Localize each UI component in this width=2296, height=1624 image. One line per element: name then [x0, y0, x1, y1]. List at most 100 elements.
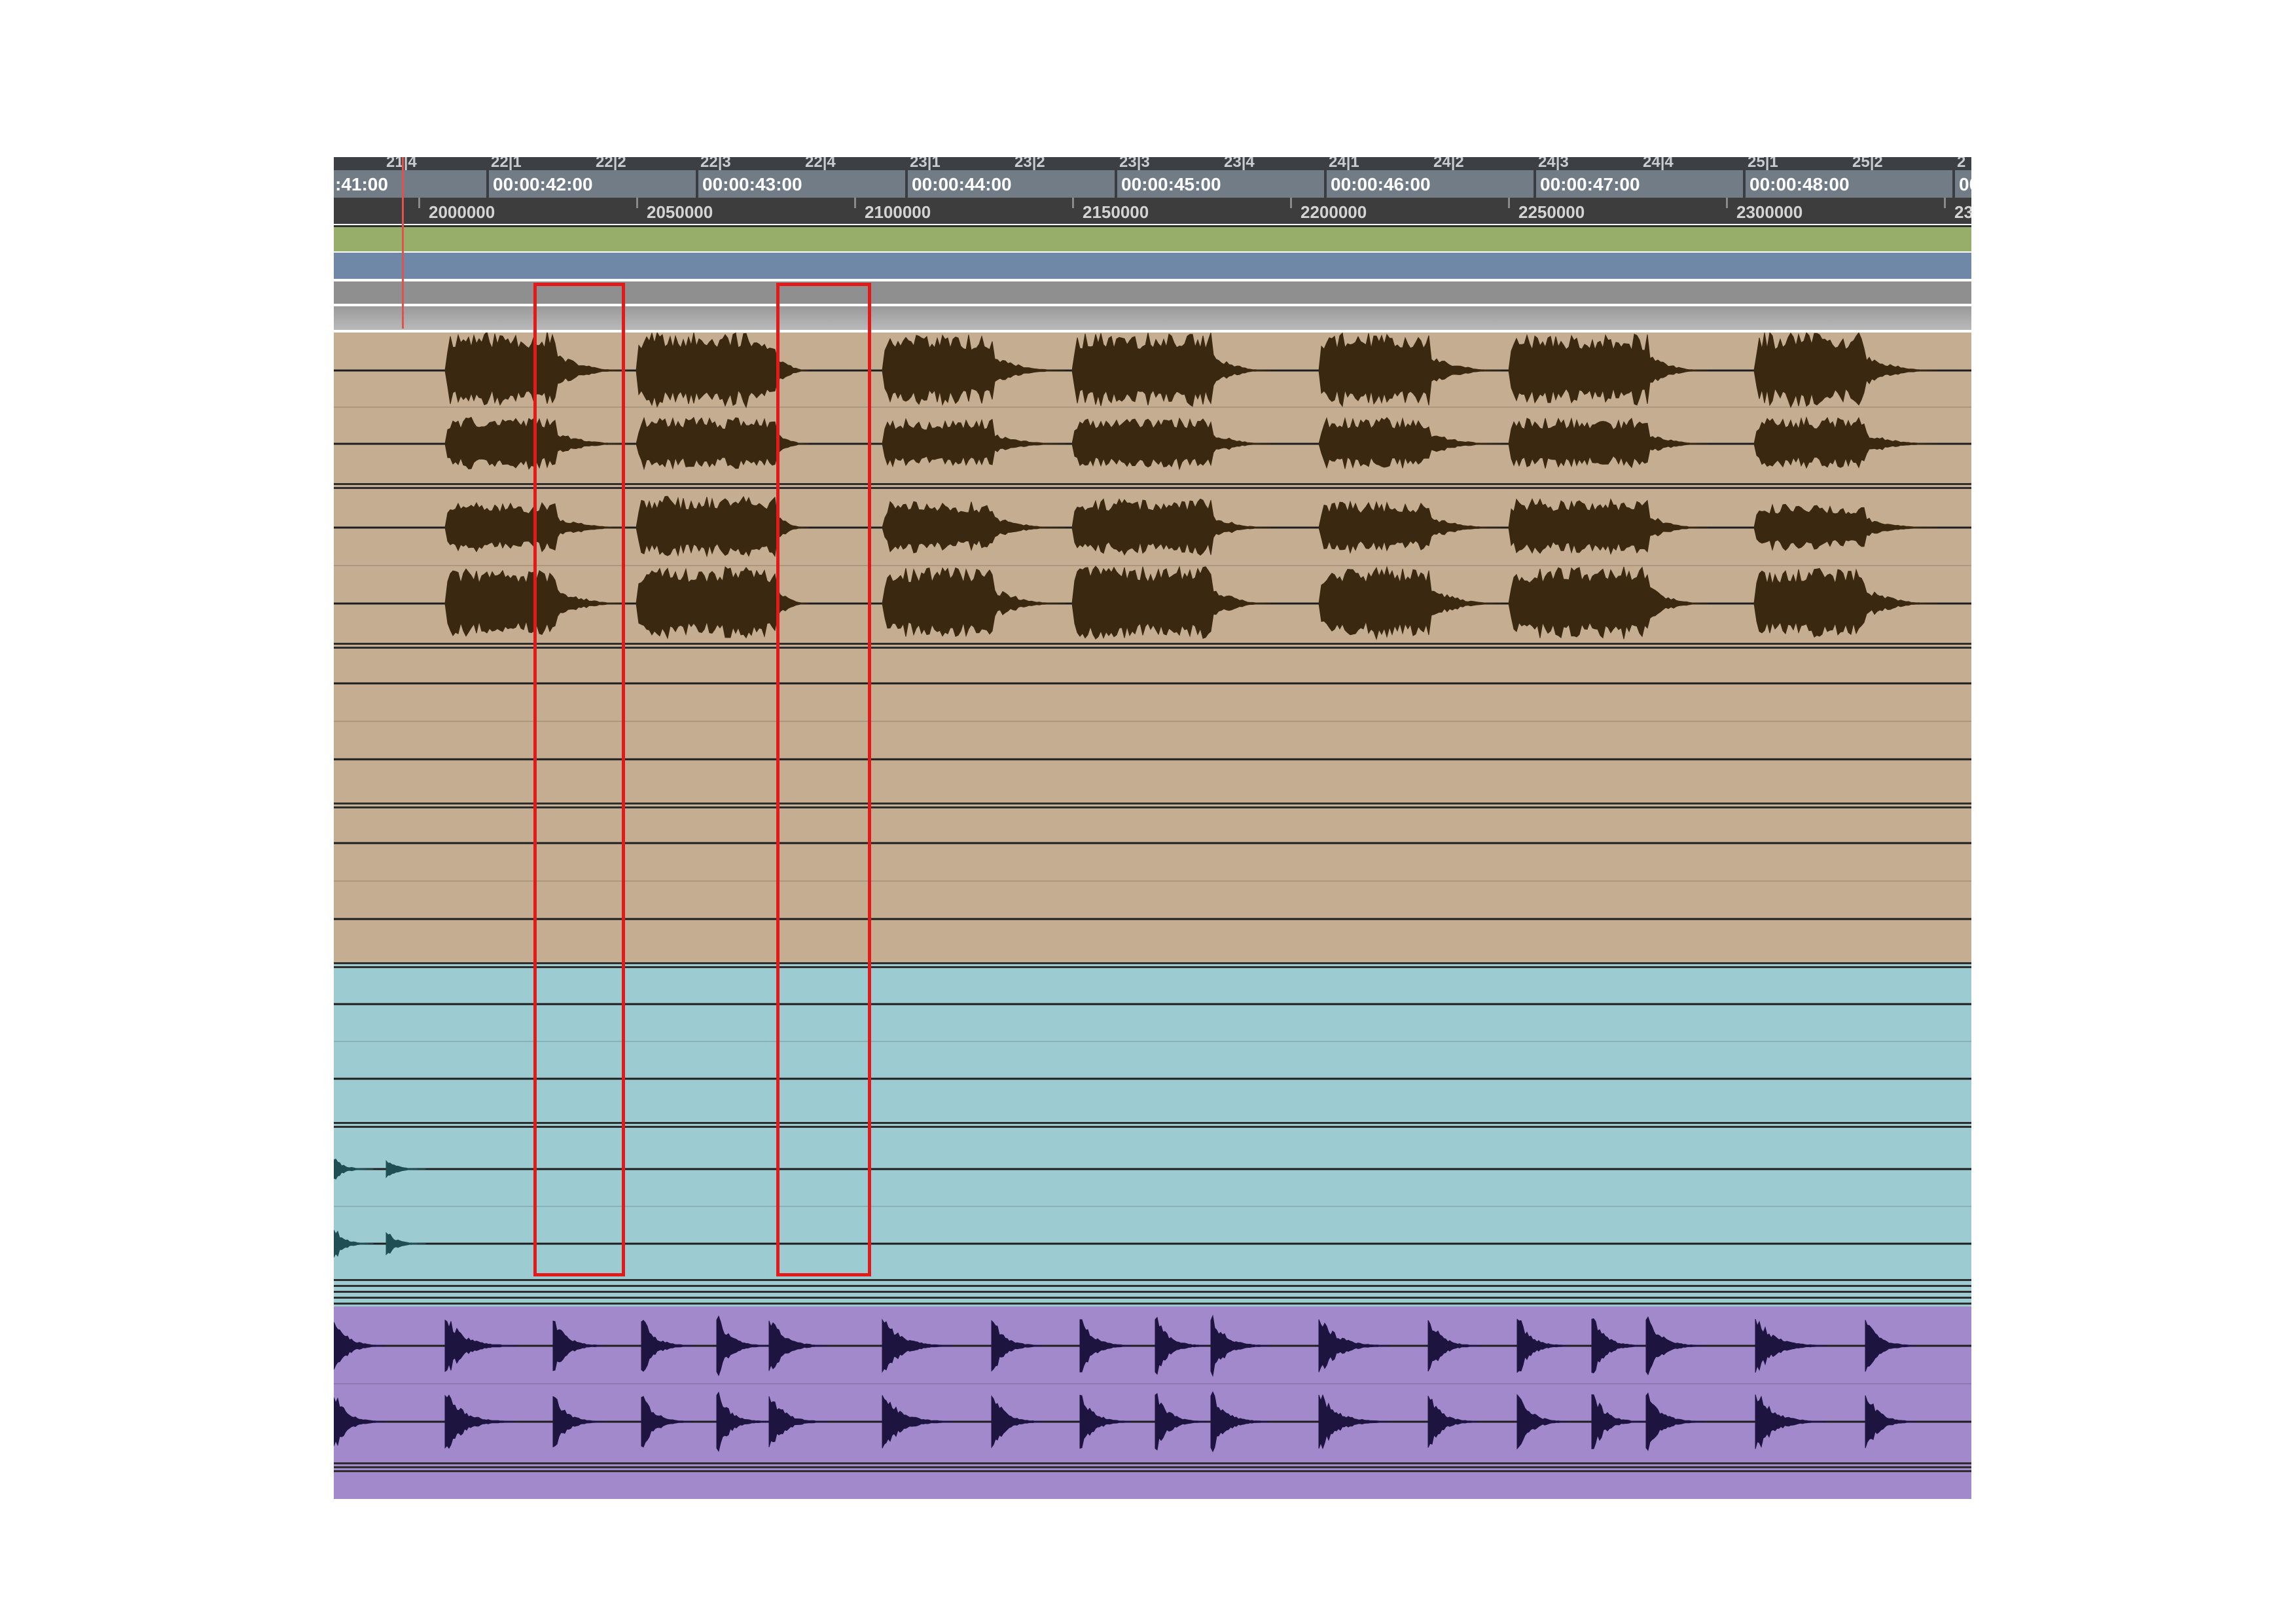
transient-hit: [716, 1315, 768, 1377]
timecode-label: :41:00: [335, 174, 388, 194]
sample-label: 2250000: [1518, 202, 1585, 222]
sample-tick: [1944, 198, 1946, 208]
bars-beats-ruler[interactable]: 21|422|122|222|322|423|123|223|323|424|1…: [334, 157, 1971, 170]
sample-tick: [1072, 198, 1074, 208]
transient-hit: [882, 1318, 954, 1373]
transient-hit: [768, 1396, 829, 1448]
transient-hit: [641, 1320, 693, 1372]
bar-beat-label: 24|2: [1433, 157, 1464, 170]
transient-hit: [334, 1229, 374, 1258]
timecode-cell: 00:00:44:00: [905, 170, 1115, 198]
transient-hit: [386, 1232, 426, 1255]
sample-tick: [1290, 198, 1292, 208]
transient-hit: [991, 1395, 1043, 1449]
timecode-label: 00:00:45:00: [1121, 174, 1221, 194]
bar-beat-label: 24|4: [1643, 157, 1674, 170]
waveform-region: [882, 418, 1066, 468]
waveform-region: [1753, 416, 1937, 469]
sample-label: 2050000: [647, 202, 713, 222]
sample-label: 2300000: [1736, 202, 1803, 222]
bar-beat-label: 22|2: [596, 157, 626, 170]
transient-hit: [334, 1397, 386, 1447]
transient-hit: [1645, 1392, 1706, 1451]
bar-beat-label: 23|2: [1014, 157, 1045, 170]
transient-hit: [1155, 1392, 1207, 1451]
bar-beat-label: 23|4: [1224, 157, 1255, 170]
audio-track-7-waveform: [334, 1314, 1971, 1453]
transient-hit: [1155, 1316, 1207, 1375]
sample-label: 2000000: [429, 202, 495, 222]
timecode-label: 00:00:43:00: [702, 174, 802, 194]
transient-hit: [334, 1158, 374, 1180]
transient-hit: [1427, 1320, 1480, 1372]
waveform-region: [1508, 566, 1708, 640]
timecode-cell: 00:00:48:00: [1743, 170, 1952, 198]
sample-label: 2150000: [1083, 202, 1149, 222]
waveform-region: [882, 501, 1066, 554]
transient-hit: [882, 1395, 954, 1449]
playhead-cursor[interactable]: [402, 157, 404, 329]
timecode-label: 00:00:48:00: [1749, 174, 1850, 194]
waveform-region: [1071, 333, 1271, 407]
transient-hit: [386, 1160, 426, 1178]
transient-hit: [444, 1394, 516, 1449]
audio-track-7[interactable]: [334, 1307, 1971, 1462]
transient-hit: [1427, 1396, 1480, 1448]
marker-lane[interactable]: [334, 225, 1971, 251]
bar-beat-label: 2: [1957, 157, 1966, 170]
sample-tick: [854, 198, 856, 208]
timecode-cell: 00:00:43:00: [696, 170, 905, 198]
transient-hit: [1645, 1316, 1706, 1376]
waveform-region: [1318, 500, 1502, 554]
bar-beat-label: 23|3: [1119, 157, 1150, 170]
transient-hit: [1210, 1314, 1270, 1377]
transient-hit: [641, 1396, 693, 1448]
transient-hit: [768, 1320, 829, 1371]
transient-hit: [1079, 1319, 1132, 1373]
transient-hit: [334, 1322, 386, 1370]
sample-tick: [1508, 198, 1510, 208]
sample-tick: [636, 198, 638, 208]
transient-hit: [1318, 1319, 1390, 1373]
timecode-cell: 00:00:47:00: [1534, 170, 1743, 198]
selection-box-2: [776, 283, 871, 1276]
transient-hit: [1865, 1395, 1917, 1449]
transient-hit: [552, 1320, 605, 1371]
timecode-cell: 00: [1952, 170, 1971, 198]
transient-hit: [1079, 1394, 1132, 1449]
timecode-cell: :41:00: [334, 170, 486, 198]
audio-track-8[interactable]: [334, 1474, 1971, 1499]
timecode-label: 00: [1959, 174, 1971, 194]
transient-hit: [1755, 1318, 1827, 1373]
transient-hit: [1591, 1394, 1643, 1449]
bar-beat-label: 23|1: [910, 157, 941, 170]
timecode-cell: 00:00:46:00: [1324, 170, 1534, 198]
samples-ruler[interactable]: 2000000 2050000 2100000 2150000 2200000 22500…: [334, 198, 1971, 224]
tempo-lane[interactable]: [334, 253, 1971, 279]
transient-hit: [1591, 1318, 1643, 1373]
waveform-region: [1508, 333, 1708, 406]
waveform-region: [1318, 333, 1502, 407]
sample-tick: [418, 198, 420, 208]
transient-hit: [1516, 1394, 1569, 1450]
waveform-region: [1318, 566, 1502, 641]
timecode-label: 00:00:47:00: [1540, 174, 1640, 194]
bar-beat-label: 22|1: [491, 157, 522, 170]
bar-beat-label: 25|1: [1748, 157, 1778, 170]
sample-label: 23: [1954, 202, 1971, 222]
waveform-region: [1071, 566, 1271, 640]
timecode-label: 00:00:42:00: [493, 174, 593, 194]
transient-hit: [1865, 1320, 1917, 1372]
selection-box-1: [533, 283, 625, 1276]
waveform-region: [1508, 497, 1708, 555]
transient-hit: [1755, 1394, 1827, 1449]
waveform-region: [1318, 416, 1502, 469]
waveform-region: [1753, 568, 1937, 638]
waveform-region: [1508, 417, 1708, 469]
sample-label: 2200000: [1300, 202, 1367, 222]
daw-edit-window: 21|422|122|222|322|423|123|223|323|424|1…: [334, 157, 1971, 1499]
timecode-ruler[interactable]: :41:00 00:00:42:00 00:00:43:00 00:00:44:00 0…: [334, 170, 1971, 198]
bar-beat-label: 24|1: [1329, 157, 1359, 170]
bar-beat-label: 22|3: [700, 157, 731, 170]
waveform-region: [1753, 333, 1937, 408]
